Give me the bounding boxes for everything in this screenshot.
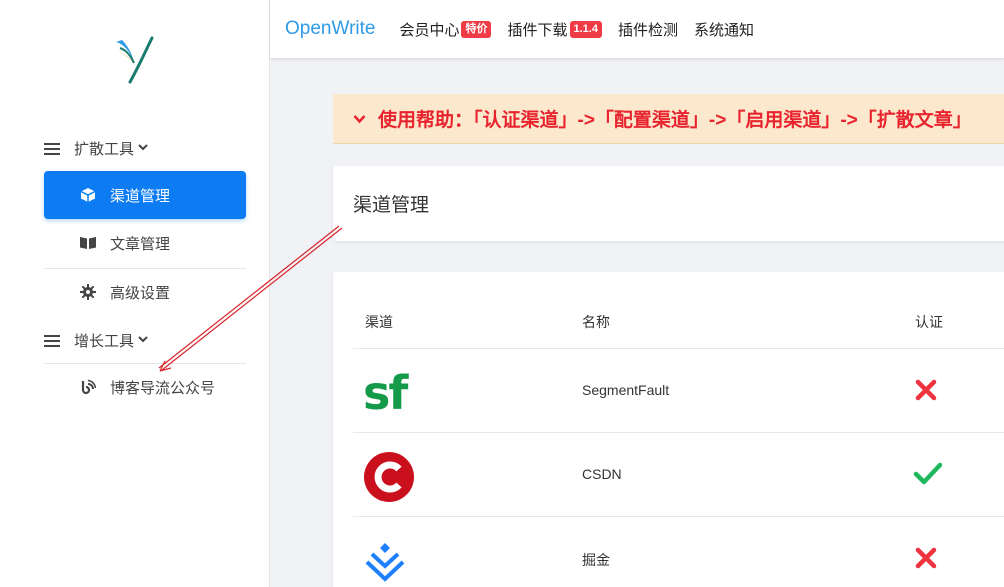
- nav-plugin-check[interactable]: 插件检测: [618, 19, 678, 40]
- menu-icon: [44, 142, 60, 155]
- nav-label: 会员中心: [399, 21, 460, 39]
- column-header-channel: 渠道: [365, 314, 393, 330]
- sidebar-group-spread[interactable]: 扩散工具: [44, 138, 148, 159]
- help-banner[interactable]: 使用帮助：「认证渠道」->「配置渠道」->「启用渠道」->「扩散文章」: [333, 94, 1004, 144]
- book-icon: [78, 236, 98, 250]
- chevron-down-icon: [138, 334, 148, 347]
- sale-badge: 特价: [461, 20, 492, 38]
- sidebar-item-article-management[interactable]: 文章管理: [44, 219, 246, 267]
- blog-icon: [78, 379, 98, 395]
- sidebar-item-label: 文章管理: [110, 235, 171, 253]
- chevron-down-icon: [353, 111, 366, 127]
- segmentfault-logo-text: sf: [363, 366, 408, 420]
- table-row[interactable]: CSDN: [353, 432, 1004, 516]
- gear-icon: [78, 284, 98, 300]
- version-badge: 1.1.4: [569, 20, 602, 38]
- csdn-logo: [363, 449, 419, 505]
- cross-icon[interactable]: [913, 377, 939, 403]
- channel-name: 掘金: [582, 552, 610, 568]
- sidebar-item-channel-management[interactable]: 渠道管理: [44, 171, 246, 219]
- nav-label: 插件下载: [507, 21, 568, 39]
- cross-icon[interactable]: [913, 545, 939, 571]
- sidebar-group-growth[interactable]: 增长工具: [44, 330, 148, 351]
- juejin-logo: [363, 533, 419, 587]
- app-logo[interactable]: [108, 34, 160, 86]
- nav-member-center[interactable]: 会员中心 特价: [399, 19, 492, 40]
- column-header-auth: 认证: [915, 314, 943, 330]
- table-row[interactable]: sf SegmentFault: [353, 348, 1004, 432]
- chevron-down-icon: [138, 142, 148, 155]
- sidebar-item-label: 博客导流公众号: [110, 379, 216, 397]
- page-title: 渠道管理: [353, 195, 430, 216]
- table-row[interactable]: 掘金: [353, 516, 1004, 587]
- sidebar-item-blog-traffic[interactable]: 博客导流公众号: [44, 363, 246, 411]
- sidebar-item-label: 高级设置: [110, 284, 171, 302]
- sidebar-group-label: 扩散工具: [74, 141, 135, 158]
- cube-icon: [78, 187, 98, 203]
- top-navbar: OpenWrite 会员中心 特价 插件下载 1.1.4 插件检测 系统通知: [270, 0, 1004, 58]
- column-header-name: 名称: [582, 314, 610, 330]
- help-text: 使用帮助：「认证渠道」->「配置渠道」->「启用渠道」->「扩散文章」: [378, 110, 972, 131]
- sidebar-item-advanced-settings[interactable]: 高级设置: [44, 268, 246, 316]
- sidebar: 扩散工具 渠道管理 文章管理 高级设置 增长工具 博客导流公众号: [0, 0, 270, 587]
- nav-plugin-download[interactable]: 插件下载 1.1.4: [507, 19, 602, 40]
- page-title-card: 渠道管理: [333, 166, 1004, 241]
- nav-system-notice[interactable]: 系统通知: [694, 19, 754, 40]
- brand-link[interactable]: OpenWrite: [285, 18, 375, 40]
- channel-table: 渠道 名称 认证 sf SegmentFault CSDN 掘金: [333, 272, 1004, 587]
- sidebar-group-label: 增长工具: [74, 333, 135, 350]
- segmentfault-logo: sf: [363, 365, 419, 421]
- channel-name: CSDN: [582, 466, 622, 482]
- channel-name: SegmentFault: [582, 382, 670, 398]
- check-icon[interactable]: [913, 461, 943, 487]
- sidebar-item-label: 渠道管理: [110, 187, 171, 205]
- menu-icon: [44, 334, 60, 347]
